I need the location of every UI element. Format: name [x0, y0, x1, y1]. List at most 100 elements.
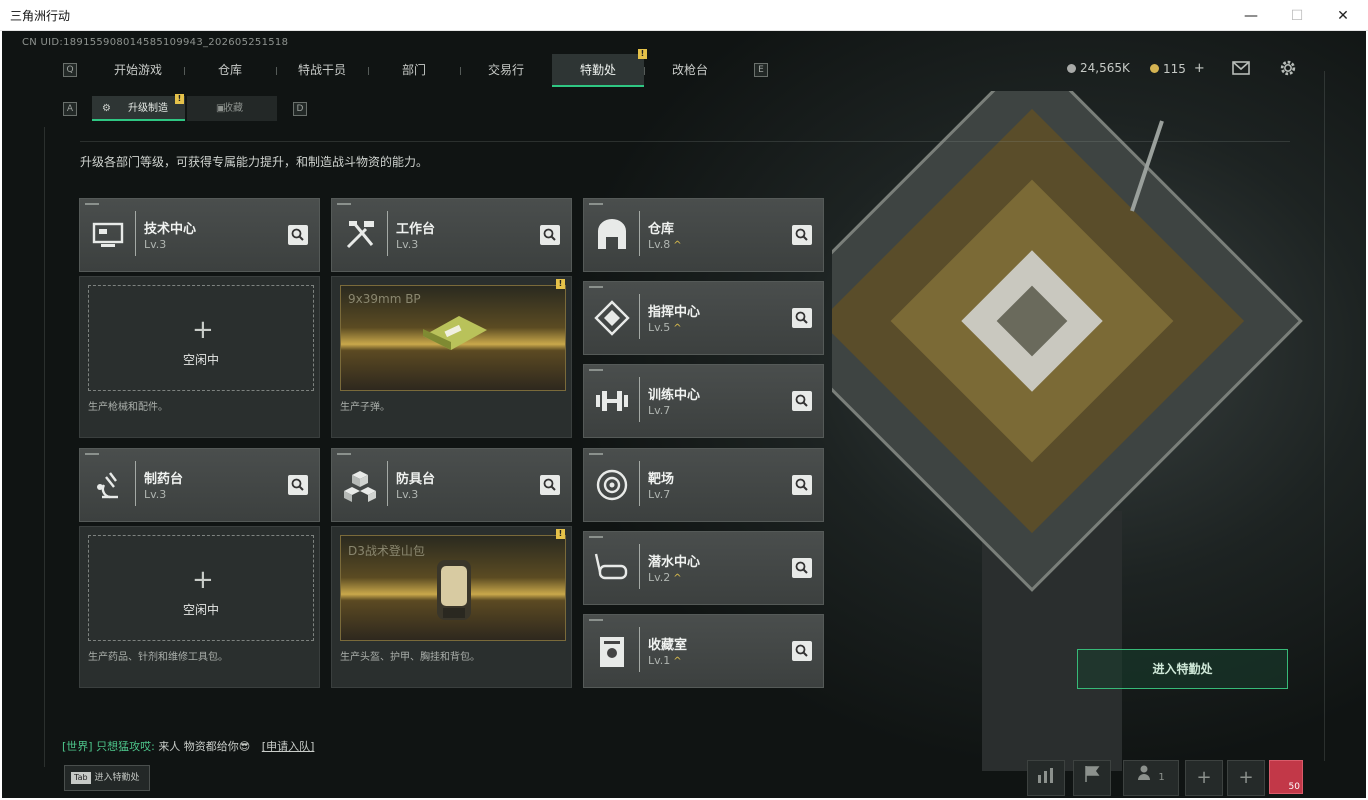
tab-warehouse[interactable]: 仓库 — [184, 54, 276, 87]
production-slot-tech[interactable]: + 空闲中 生产枪械和配件。 — [79, 276, 320, 438]
item-name: 9x39mm BP — [348, 292, 421, 306]
search-icon[interactable] — [792, 225, 812, 245]
subtab-collection[interactable]: 收藏 — [187, 96, 277, 121]
flag-icon — [1085, 766, 1100, 782]
idle-label: 空闲中 — [182, 353, 219, 367]
tab-key: Tab — [71, 772, 91, 784]
party-button[interactable]: 1 — [1123, 760, 1179, 796]
world-chat-line[interactable]: [世界] 只想猛攻哎: 来人 物资都给你😎 [申请入队] — [62, 738, 314, 754]
dept-level: Lv.3 — [144, 238, 167, 251]
tab-departments[interactable]: 部门 — [368, 54, 460, 87]
page-description: 升级各部门等级，可获得专属能力提升，和制造战斗物资的能力。 — [80, 155, 429, 169]
dept-level: Lv.1 ^ — [648, 654, 682, 667]
search-icon[interactable] — [792, 391, 812, 411]
cubes-icon — [344, 471, 376, 502]
tab-gunsmith[interactable]: 改枪台 — [644, 54, 736, 87]
window-title: 三角洲行动 — [10, 9, 71, 23]
tab-special-ops[interactable]: 特勤处 — [552, 54, 644, 87]
upgrade-available-icon: ^ — [673, 656, 682, 667]
e-key-hint: E — [754, 63, 768, 77]
dept-level: Lv.7 — [648, 488, 671, 501]
slot-description: 生产子弹。 — [340, 402, 390, 413]
users-icon — [1138, 765, 1151, 780]
add-icon: + — [192, 565, 214, 595]
search-icon[interactable] — [792, 475, 812, 495]
command-icon — [594, 300, 630, 336]
tools-icon — [346, 221, 374, 249]
search-icon[interactable] — [540, 475, 560, 495]
settings-gear-icon[interactable] — [1278, 59, 1298, 77]
dept-card-command-center[interactable]: 指挥中心 Lv.5 ^ — [583, 281, 824, 355]
mail-icon[interactable] — [1231, 59, 1251, 77]
subnav-alert-badge: ! — [175, 94, 184, 104]
ticket-icon — [1150, 64, 1159, 73]
dept-card-warehouse[interactable]: 仓库 Lv.8 ^ — [583, 198, 824, 272]
add-currency-button[interactable]: + — [1194, 61, 1205, 76]
dept-level: Lv.8 ^ — [648, 238, 682, 251]
chat-channel: [世界] — [62, 740, 93, 753]
tab-operators[interactable]: 特战干员 — [276, 54, 368, 87]
empty-slot[interactable]: + 空闲中 — [88, 285, 314, 391]
dept-level: Lv.2 ^ — [648, 571, 682, 584]
apply-join-link[interactable]: [申请入队] — [262, 740, 315, 753]
dept-name: 训练中心 — [648, 388, 701, 403]
production-item-card[interactable]: 9x39mm BP — [340, 285, 566, 391]
flag-button[interactable] — [1073, 760, 1111, 796]
backpack-image — [437, 560, 471, 620]
dept-card-armor[interactable]: 防具台 Lv.3 — [331, 448, 572, 522]
search-icon[interactable] — [540, 225, 560, 245]
collection-icon — [600, 637, 624, 667]
d-key-hint: D — [293, 102, 307, 116]
ticket-amount: 115 — [1163, 61, 1186, 76]
dept-name: 指挥中心 — [648, 305, 701, 320]
tab-key-hint[interactable]: Tab 进入特勤处 — [64, 765, 150, 791]
microscope-icon — [97, 472, 118, 499]
production-item-card[interactable]: D3战术登山包 — [340, 535, 566, 641]
diving-mask-icon — [594, 553, 628, 580]
dept-name: 仓库 — [648, 222, 675, 237]
tab-start-game[interactable]: 开始游戏 — [92, 54, 184, 87]
production-slot-armor[interactable]: D3战术登山包 ! 生产头盔、护甲、胸挂和背包。 — [331, 526, 572, 688]
minimize-button[interactable]: — — [1228, 0, 1274, 31]
search-icon[interactable] — [792, 558, 812, 578]
close-button[interactable]: ✕ — [1320, 0, 1366, 31]
production-slot-pharmacy[interactable]: + 空闲中 生产药品、针剂和维修工具包。 — [79, 526, 320, 688]
maximize-button[interactable]: ☐ — [1274, 0, 1320, 31]
dept-name: 收藏室 — [648, 638, 688, 653]
dept-card-workbench[interactable]: 工作台 Lv.3 — [331, 198, 572, 272]
add-friend-button-2[interactable]: + — [1227, 760, 1265, 796]
coin-balance: 24,565K — [1067, 61, 1130, 75]
q-key-hint: Q — [63, 63, 77, 77]
search-icon[interactable] — [288, 225, 308, 245]
dept-level: Lv.7 — [648, 404, 671, 417]
ticket-balance[interactable]: 115 + — [1150, 61, 1205, 76]
chat-sender: 只想猛攻哎: — [96, 740, 155, 753]
search-icon[interactable] — [288, 475, 308, 495]
dept-card-shooting-range[interactable]: 靶场 Lv.7 — [583, 448, 824, 522]
stats-button[interactable] — [1027, 760, 1065, 796]
dept-card-training-center[interactable]: 训练中心 Lv.7 — [583, 364, 824, 438]
dept-card-pharmacy[interactable]: 制药台 Lv.3 — [79, 448, 320, 522]
dept-card-diving-center[interactable]: 潜水中心 Lv.2 ^ — [583, 531, 824, 605]
dept-card-collection-room[interactable]: 收藏室 Lv.1 ^ — [583, 614, 824, 688]
empty-slot[interactable]: + 空闲中 — [88, 535, 314, 641]
main-nav: Q 开始游戏 仓库 特战干员 部门 交易行 特勤处 改枪台 ! E — [60, 49, 768, 87]
coin-amount: 24,565K — [1080, 61, 1130, 75]
upgrade-available-icon: ^ — [673, 573, 682, 584]
dept-level: Lv.3 — [396, 488, 419, 501]
slot-description: 生产枪械和配件。 — [88, 402, 168, 413]
dept-card-tech-center[interactable]: 技术中心 Lv.3 — [79, 198, 320, 272]
enter-special-ops-button[interactable]: 进入特勤处 — [1077, 649, 1288, 689]
tab-trading[interactable]: 交易行 — [460, 54, 552, 87]
production-slot-workbench[interactable]: 9x39mm BP ! 生产子弹。 — [331, 276, 572, 438]
computer-icon — [92, 222, 124, 247]
slot-alert-badge: ! — [556, 529, 565, 539]
add-friend-button-1[interactable]: + — [1185, 760, 1223, 796]
search-icon[interactable] — [792, 641, 812, 661]
upgrade-icon: ⚙ — [102, 103, 111, 114]
avatar[interactable]: 50 — [1269, 760, 1303, 794]
plus-icon: + — [1196, 767, 1212, 788]
add-icon: + — [192, 315, 214, 345]
dept-level: Lv.3 — [144, 488, 167, 501]
search-icon[interactable] — [792, 308, 812, 328]
